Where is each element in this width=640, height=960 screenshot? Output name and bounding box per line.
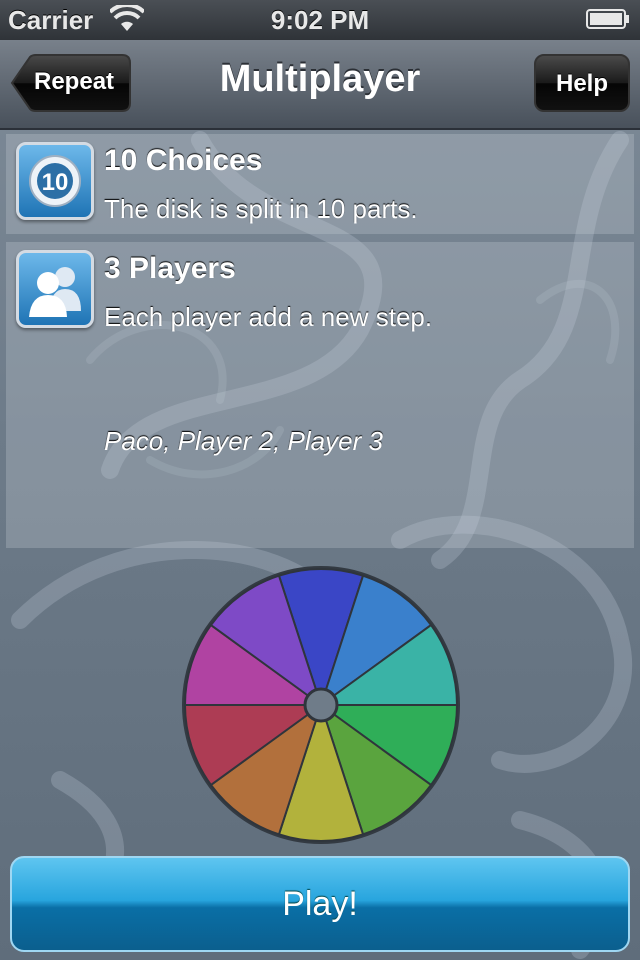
ten-badge-icon: 10 — [16, 142, 94, 220]
color-wheel[interactable] — [180, 564, 462, 846]
players-graphic — [29, 267, 81, 317]
players-icon — [16, 250, 94, 328]
wheel-hub — [303, 687, 339, 723]
navigation-bar: Repeat Multiplayer Help — [0, 40, 640, 130]
players-title: 3 Players — [104, 252, 236, 285]
players-description: Each player add a new step. — [104, 302, 433, 332]
choices-option-row[interactable]: 10 10 Choices The disk is split in 10 pa… — [6, 134, 634, 234]
player-names: Paco, Player 2, Player 3 — [104, 426, 383, 456]
players-option-row[interactable]: 3 Players Each player add a new step. Pa… — [6, 242, 634, 548]
choices-description: The disk is split in 10 parts. — [104, 194, 418, 224]
ten-badge-graphic: 10 — [29, 155, 81, 207]
clock: 9:02 PM — [270, 5, 370, 35]
battery-icon — [586, 9, 629, 29]
play-button[interactable]: Play! — [10, 856, 630, 952]
ten-badge-text: 10 — [42, 169, 69, 196]
help-button[interactable]: Help — [534, 54, 630, 112]
choices-title: 10 Choices — [104, 144, 263, 177]
status-bar: Carrier 9:02 PM — [0, 0, 640, 40]
